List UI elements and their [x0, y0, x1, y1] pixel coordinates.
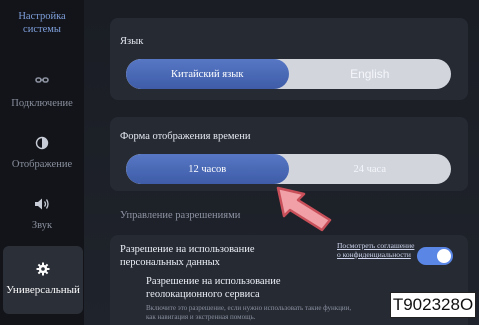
speaker-icon: [0, 197, 84, 211]
personal-data-toggle[interactable]: [417, 247, 453, 265]
sidebar-item-label: Универсальный: [6, 284, 80, 296]
language-segmented-control: Китайский язык English: [126, 59, 451, 89]
time-format-card: Форма отображения времени 12 часов 24 ча…: [110, 117, 468, 191]
language-title: Язык: [120, 36, 144, 47]
toggle-knob: [437, 249, 451, 263]
link-icon: [0, 75, 84, 89]
geolocation-permission-description: Включите это разрешение, если нужно испо…: [146, 304, 352, 321]
personal-data-permission-title: Разрешение на использование персональных…: [120, 244, 255, 268]
contrast-icon: [0, 136, 84, 150]
language-option-english[interactable]: English: [289, 59, 452, 89]
sidebar-item-connection[interactable]: Подключение: [0, 65, 84, 125]
settings-screen: Настройка системы Подключение Отображени…: [0, 0, 479, 325]
time-format-option-24h[interactable]: 24 часа: [289, 154, 452, 184]
sidebar-title: Настройка системы: [18, 11, 66, 35]
sidebar-item-display[interactable]: Отображение: [0, 126, 84, 186]
time-format-segmented-control: 12 часов 24 часа: [126, 154, 451, 184]
sidebar-item-label: Отображение: [11, 159, 73, 170]
sidebar-item-label: Звук: [31, 220, 53, 231]
time-format-option-12h[interactable]: 12 часов: [126, 154, 289, 184]
geolocation-permission-title: Разрешение на использование геолокационн…: [146, 276, 281, 300]
language-option-chinese[interactable]: Китайский язык: [126, 59, 289, 89]
permissions-section-label: Управление разрешениями: [120, 210, 241, 221]
time-format-title: Форма отображения времени: [120, 131, 251, 142]
sidebar-item-sound[interactable]: Звук: [0, 187, 84, 247]
watermark-label: T902328O: [390, 292, 476, 318]
sidebar-item-universal[interactable]: Универсальный: [3, 246, 83, 314]
pointer-arrow-icon: [276, 186, 332, 232]
sidebar: Настройка системы Подключение Отображени…: [0, 0, 84, 325]
privacy-agreement-link[interactable]: Посмотреть соглашение о конфиденциальнос…: [337, 241, 415, 259]
sidebar-item-label: Подключение: [11, 98, 73, 109]
language-card: Язык Китайский язык English: [110, 18, 468, 100]
gear-icon: [3, 262, 83, 276]
main-panel: Язык Китайский язык English Форма отобра…: [84, 0, 479, 325]
